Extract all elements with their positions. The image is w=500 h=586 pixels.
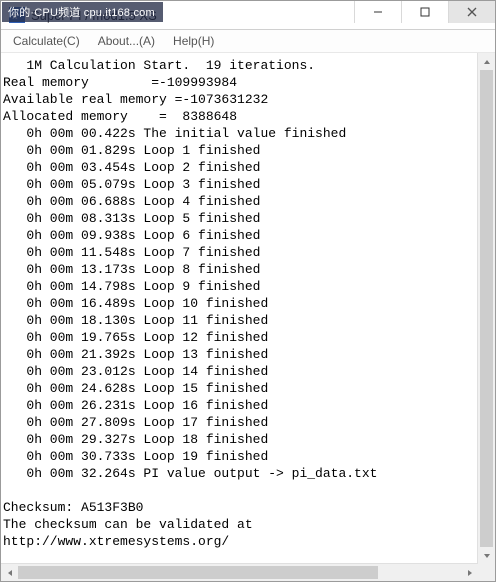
close-button[interactable]	[448, 1, 495, 23]
scroll-up-button[interactable]	[478, 53, 495, 70]
menubar: Calculate(C) About...(A) Help(H)	[1, 30, 495, 53]
vertical-scrollbar[interactable]	[477, 53, 495, 564]
scrollbar-corner	[478, 564, 495, 581]
window-controls	[354, 1, 495, 23]
horizontal-scrollbar[interactable]	[1, 563, 478, 581]
scroll-right-button[interactable]	[461, 564, 478, 581]
menu-about[interactable]: About...(A)	[90, 32, 165, 50]
output-text: 1M Calculation Start. 19 iterations. Rea…	[1, 53, 495, 550]
watermark: 你的·CPU频道 cpu.it168.com	[2, 2, 163, 22]
horizontal-scroll-thumb[interactable]	[18, 566, 378, 579]
vertical-scroll-track[interactable]	[478, 70, 495, 547]
vertical-scroll-thumb[interactable]	[480, 70, 493, 547]
horizontal-scroll-track[interactable]	[18, 564, 461, 581]
scroll-left-button[interactable]	[1, 564, 18, 581]
menu-calculate[interactable]: Calculate(C)	[5, 32, 90, 50]
maximize-button[interactable]	[401, 1, 448, 23]
minimize-button[interactable]	[354, 1, 401, 23]
app-window: 你的·CPU频道 cpu.it168.com π Super PI / mod1…	[0, 0, 496, 582]
menu-help[interactable]: Help(H)	[165, 32, 224, 50]
scroll-down-button[interactable]	[478, 547, 495, 564]
content-area: 1M Calculation Start. 19 iterations. Rea…	[1, 53, 495, 581]
